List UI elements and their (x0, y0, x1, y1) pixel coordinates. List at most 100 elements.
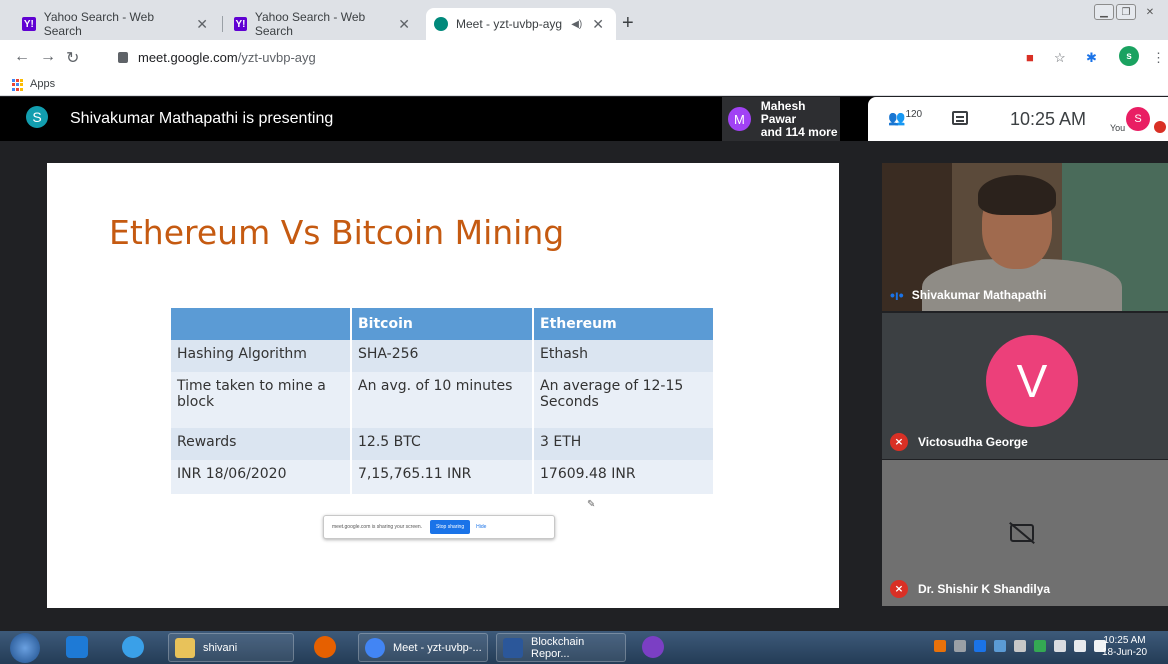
table-header: Ethereum (533, 308, 715, 340)
table-row: Hashing Algorithm SHA-256 Ethash (171, 340, 715, 372)
participant-label: •ı• Shivakumar Mathapathi (890, 287, 1046, 303)
chat-icon[interactable] (952, 111, 968, 125)
extension-icon[interactable]: ✱ (1086, 50, 1097, 66)
star-icon[interactable]: ☆ (1054, 50, 1066, 66)
folder-icon (175, 638, 195, 658)
meet-call: S Shivakumar Mathapathi is presenting M … (0, 97, 1168, 631)
menu-kebab-icon[interactable]: ⋮ (1152, 50, 1165, 66)
minimize-button[interactable]: ▁ (1094, 4, 1114, 20)
apps-grid-icon[interactable] (12, 79, 24, 91)
people-button[interactable]: 👥120 (888, 109, 922, 127)
meet-header: S Shivakumar Mathapathi is presenting M … (0, 97, 1168, 141)
app-shield-icon[interactable] (642, 636, 664, 658)
speaking-indicator-icon: •ı• (890, 287, 904, 303)
reload-icon[interactable]: ↻ (66, 48, 79, 68)
taskbar-button-label: Meet - yzt-uvbp-... (393, 641, 482, 654)
table-header: Bitcoin (351, 308, 534, 340)
lock-icon (118, 51, 128, 63)
mic-off-icon: ⨯ (890, 580, 908, 598)
windows-taskbar: shivani Meet - yzt-uvbp-... Blockchain R… (0, 631, 1168, 664)
taskbar-folder-shivani[interactable]: shivani (168, 633, 294, 662)
close-icon[interactable]: ✕ (588, 16, 608, 33)
comparison-table: Bitcoin Ethereum Hashing Algorithm SHA-2… (171, 308, 715, 494)
blocked-popup-icon[interactable]: ■ (1026, 50, 1034, 65)
tab-meet[interactable]: Meet - yzt-uvbp-ayg ◀) ✕ (426, 8, 616, 40)
avatar: M (728, 107, 751, 131)
people-count: 120 (905, 109, 923, 120)
participant-name: Mahesh Pawar (760, 98, 806, 126)
participant-name: Shivakumar Mathapathi (911, 288, 1047, 302)
tab-yahoo-2[interactable]: Y! Yahoo Search - Web Search ✕ (226, 8, 422, 40)
table-header (171, 308, 352, 340)
tab-divider (222, 16, 223, 32)
restore-button[interactable]: ❐ (1116, 4, 1136, 20)
url-host: meet.google.com (138, 49, 238, 65)
table-cell: An avg. of 10 minutes (351, 372, 534, 428)
bluetooth-icon[interactable] (974, 640, 986, 652)
table-cell: An average of 12-15 Seconds (533, 372, 715, 428)
meet-top-controls: 👥120 10:25 AM You S (868, 97, 1168, 141)
mic-off-icon: ⨯ (890, 433, 908, 451)
participant-video (978, 175, 1056, 215)
table-cell: SHA-256 (351, 340, 534, 372)
meet-icon (434, 17, 448, 31)
tab-title: Meet - yzt-uvbp-ayg (456, 17, 563, 31)
participant-more: and 114 more (760, 124, 838, 139)
table-cell: Rewards (171, 428, 352, 460)
profile-avatar[interactable]: s (1119, 46, 1139, 66)
close-window-button[interactable]: ✕ (1140, 4, 1160, 20)
tray-icon[interactable] (934, 640, 946, 652)
new-tab-button[interactable]: + (622, 12, 634, 35)
meeting-clock: 10:25 AM (1010, 109, 1087, 129)
tray-icon[interactable] (994, 640, 1006, 652)
tray-icon[interactable] (954, 640, 966, 652)
system-clock[interactable]: 10:25 AM 18-Jun-20 (1102, 635, 1147, 659)
participant-tile[interactable]: ⨯ Dr. Shishir K Shandilya (882, 460, 1168, 606)
table-row: Time taken to mine a block An avg. of 10… (171, 372, 715, 428)
mic-off-icon (1154, 121, 1166, 133)
stop-sharing-button[interactable]: Stop sharing (430, 520, 471, 534)
slide-title: Ethereum Vs Bitcoin Mining (109, 213, 565, 252)
close-icon[interactable]: ✕ (394, 16, 414, 33)
volume-icon[interactable] (1074, 640, 1086, 652)
tray-icon[interactable] (1054, 640, 1066, 652)
self-avatar[interactable]: S (1126, 107, 1150, 131)
tab-yahoo-1[interactable]: Y! Yahoo Search - Web Search ✕ (14, 8, 220, 40)
table-cell: 12.5 BTC (351, 428, 534, 460)
participant-tile[interactable]: •ı• Shivakumar Mathapathi (882, 163, 1168, 311)
tab-title: Yahoo Search - Web Search (254, 10, 366, 38)
system-tray (934, 640, 1106, 652)
participant-tile[interactable]: V ⨯ Victosudha George (882, 313, 1168, 459)
participant-name: Dr. Shishir K Shandilya (918, 582, 1051, 596)
speaker-icon[interactable]: ◀) (571, 19, 582, 30)
taskbar-chrome-meet[interactable]: Meet - yzt-uvbp-... (358, 633, 488, 662)
start-button[interactable] (10, 633, 40, 663)
back-arrow-icon[interactable]: ← (14, 48, 30, 66)
table-row: Rewards 12.5 BTC 3 ETH (171, 428, 715, 460)
participant-avatar: V (986, 335, 1078, 427)
network-icon[interactable] (1014, 640, 1026, 652)
table-cell: INR 18/06/2020 (171, 460, 352, 494)
tray-icon[interactable] (1034, 640, 1046, 652)
forward-arrow-icon[interactable]: → (40, 48, 56, 66)
address-bar[interactable]: meet.google.com /yzt-uvbp-ayg (96, 45, 1016, 69)
outlook-icon[interactable] (66, 636, 88, 658)
firefox-icon[interactable] (314, 636, 336, 658)
participant-label: ⨯ Victosudha George (890, 433, 1028, 451)
table-cell: 17609.48 INR (533, 460, 715, 494)
table-cell: Ethash (533, 340, 715, 372)
chrome-icon (365, 638, 385, 658)
browser-toolbar: ← → ↻ meet.google.com /yzt-uvbp-ayg ■ ☆ … (0, 40, 1168, 74)
browser-tab-strip: Y! Yahoo Search - Web Search ✕ Y! Yahoo … (0, 0, 1168, 40)
table-cell: 7,15,765.11 INR (351, 460, 534, 494)
yahoo-icon: Y! (234, 17, 247, 31)
participant-name: Victosudha George (918, 435, 1028, 449)
taskbar-word-doc[interactable]: Blockchain Repor... (496, 633, 626, 662)
internet-explorer-icon[interactable] (122, 636, 144, 658)
participants-preview[interactable]: M Mahesh Pawar and 114 more (722, 97, 840, 141)
table-row: INR 18/06/2020 7,15,765.11 INR 17609.48 … (171, 460, 715, 494)
hide-button[interactable]: Hide (476, 524, 486, 530)
bookmark-apps[interactable]: Apps (30, 78, 55, 90)
presenting-label: Shivakumar Mathapathi is presenting (70, 110, 334, 127)
close-icon[interactable]: ✕ (192, 16, 212, 33)
